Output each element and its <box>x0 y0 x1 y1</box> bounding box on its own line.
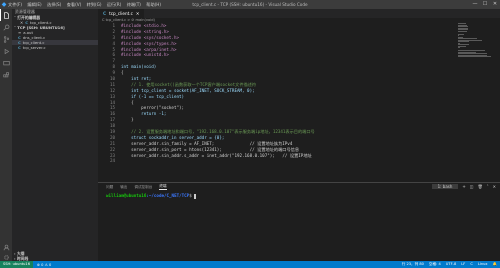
line-text: server_addr.sin_addr.s_addr = inet_addr(… <box>121 152 312 158</box>
menu-selection[interactable]: 选择(S) <box>47 2 61 7</box>
terminal-output[interactable]: william@ubuntu16:~/code/C_NET/TCP$ <box>106 193 197 199</box>
minimize-icon[interactable]: — <box>470 0 480 9</box>
explorer-icon[interactable] <box>0 9 12 21</box>
minimap-line <box>458 56 491 57</box>
tab-output[interactable]: 输出 <box>120 185 127 190</box>
minimap[interactable] <box>458 23 492 63</box>
remote-explorer-icon[interactable] <box>0 57 12 69</box>
tab-problems[interactable]: 问题 <box>106 185 113 190</box>
menu-run[interactable]: 运行(R) <box>107 2 122 7</box>
panel-actions: 1: bash + ◫ 🗑 ˄ ✕ <box>431 184 496 189</box>
prompt-path: :~/code/C_NET/TCP <box>146 193 190 198</box>
line-text: } <box>121 117 134 123</box>
platform[interactable]: Linux <box>478 262 488 267</box>
line-text: int main(void) <box>121 64 157 70</box>
activity-bar <box>0 9 12 261</box>
c-file-icon: C <box>103 11 107 16</box>
maximize-icon[interactable]: ☐ <box>480 0 490 9</box>
chevron-up-icon[interactable]: ˄ <box>487 184 489 189</box>
terminal-select[interactable]: 1: bash <box>431 184 459 189</box>
editor-area: C tcp_client.c ✕ C tcp_client.c > ⊘ main… <box>98 9 500 182</box>
search-icon[interactable] <box>0 21 12 33</box>
tab-terminal[interactable]: 终端 <box>159 184 167 190</box>
line-text: #include <unistd.h> <box>121 52 169 58</box>
cursor-position[interactable]: 行 23，列 80 <box>402 262 424 267</box>
menu-help[interactable]: 帮助(H) <box>146 2 161 7</box>
tab-debug-console[interactable]: 调试控制台 <box>134 185 152 190</box>
trash-icon[interactable]: 🗑 <box>478 184 483 189</box>
encoding[interactable]: UTF-8 <box>446 262 456 267</box>
minimap-line <box>458 47 461 48</box>
bell-icon[interactable]: 🔔 <box>493 262 497 267</box>
menu-edit[interactable]: 编辑(E) <box>27 2 41 7</box>
add-icon[interactable]: + <box>462 184 465 189</box>
indentation[interactable]: 空格: 4 <box>429 262 441 267</box>
terminal-cursor <box>194 193 197 199</box>
explorer-sidebar: 资源管理器 ˅ 打开的编辑器 ✕ Ctcp_client.c ˅ TCP [SSH… <box>12 9 98 261</box>
vscode-logo-icon: ◆ <box>1 1 7 8</box>
menu-view[interactable]: 查看(V) <box>67 2 82 7</box>
split-icon[interactable]: ◫ <box>470 184 474 189</box>
c-file-icon: C <box>18 45 21 50</box>
extensions-icon[interactable] <box>0 69 12 81</box>
bottom-panel: 问题 输出 调试控制台 终端 1: bash + ◫ 🗑 ˄ ✕ william… <box>98 182 500 262</box>
remote-indicator[interactable]: SSH: ubuntu16 <box>0 261 33 268</box>
eol[interactable]: LF <box>461 262 465 267</box>
language-mode[interactable]: C <box>470 262 473 267</box>
editor-tab[interactable]: C tcp_client.c ✕ <box>98 9 145 18</box>
minimap-line <box>458 33 465 35</box>
title-bar: ◆ 文件(F) 编辑(E) 选择(S) 查看(V) 转到(G) 运行(R) 终端… <box>0 0 500 9</box>
status-bar: SSH: ubuntu16 ⊗ 0 ⚠ 0 行 23，列 80 空格: 4 UT… <box>0 261 500 268</box>
menu-go[interactable]: 转到(G) <box>87 2 102 7</box>
menu-terminal[interactable]: 终端(T) <box>127 2 141 7</box>
close-icon[interactable]: ✕ <box>490 0 500 9</box>
prompt-user: william@ubuntu16 <box>106 193 147 198</box>
minimap-line <box>458 30 467 32</box>
menu-file[interactable]: 文件(F) <box>8 2 22 7</box>
line-number: 24 <box>109 158 115 164</box>
problems-indicator[interactable]: ⊗ 0 ⚠ 0 <box>37 263 51 267</box>
run-debug-icon[interactable] <box>0 45 12 57</box>
window-controls: — ☐ ✕ <box>470 0 500 9</box>
file-item[interactable]: Ctcp_server.c <box>12 45 98 50</box>
source-control-icon[interactable] <box>0 33 12 45</box>
close-icon[interactable]: ✕ <box>136 9 140 18</box>
code-editor[interactable]: 1 #include <stdio.h> 2 #include <string.h> 3… <box>98 23 453 164</box>
code-line[interactable]: 24 <box>98 158 453 164</box>
close-icon[interactable]: ✕ <box>493 184 496 189</box>
menu-bar: 文件(F) 编辑(E) 选择(S) 查看(V) 转到(G) 运行(R) 终端(T… <box>8 2 165 8</box>
editor-tabs: C tcp_client.c ✕ <box>98 9 500 18</box>
